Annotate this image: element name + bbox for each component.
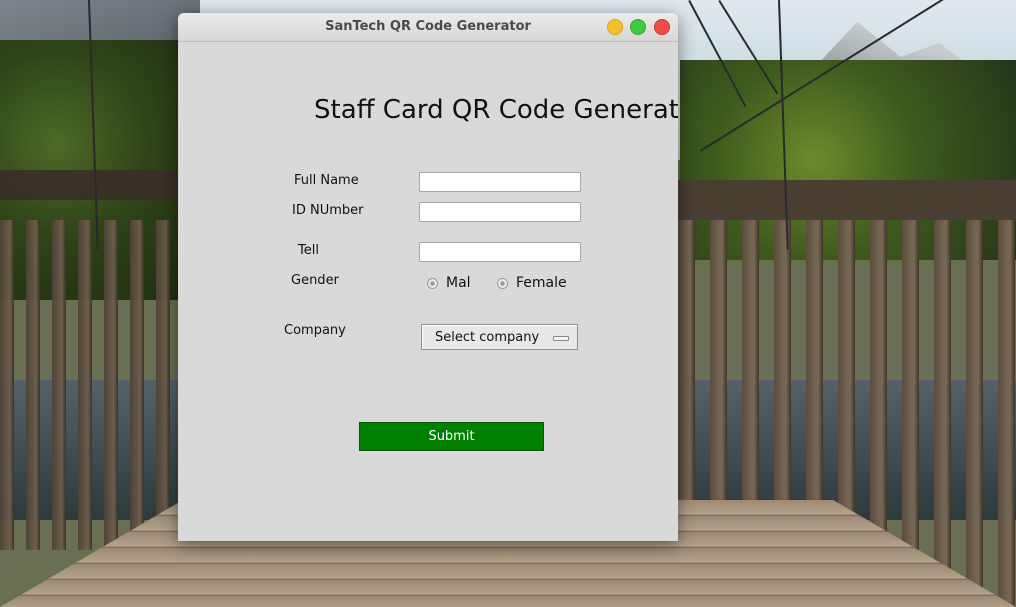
tell-field[interactable] [419,242,581,262]
window-titlebar[interactable]: SanTech QR Code Generator [178,13,678,42]
minimize-icon[interactable] [607,19,623,35]
close-icon[interactable] [654,19,670,35]
full-name-field[interactable] [419,172,581,192]
tell-label: Tell [298,243,319,258]
form-heading: Staff Card QR Code Generator [314,95,678,125]
app-window: SanTech QR Code Generator Staff Card QR … [178,13,678,541]
company-label: Company [284,323,346,338]
full-name-label: Full Name [294,173,359,188]
gender-radio-mal[interactable]: Mal [427,275,471,291]
radio-button-icon[interactable] [497,277,508,289]
gender-label: Gender [291,273,339,288]
window-title: SanTech QR Code Generator [325,19,531,34]
gender-option-label: Mal [446,275,471,291]
submit-button[interactable]: Submit [359,422,544,451]
maximize-icon[interactable] [630,19,646,35]
id-number-field[interactable] [419,202,581,222]
id-number-label: ID NUmber [292,203,364,218]
gender-radio-female[interactable]: Female [497,275,567,291]
company-select[interactable]: Select company [421,324,578,350]
dropdown-indicator-icon [553,336,569,341]
company-select-value: Select company [435,330,540,345]
radio-button-icon[interactable] [427,277,438,289]
gender-option-label: Female [516,275,567,291]
